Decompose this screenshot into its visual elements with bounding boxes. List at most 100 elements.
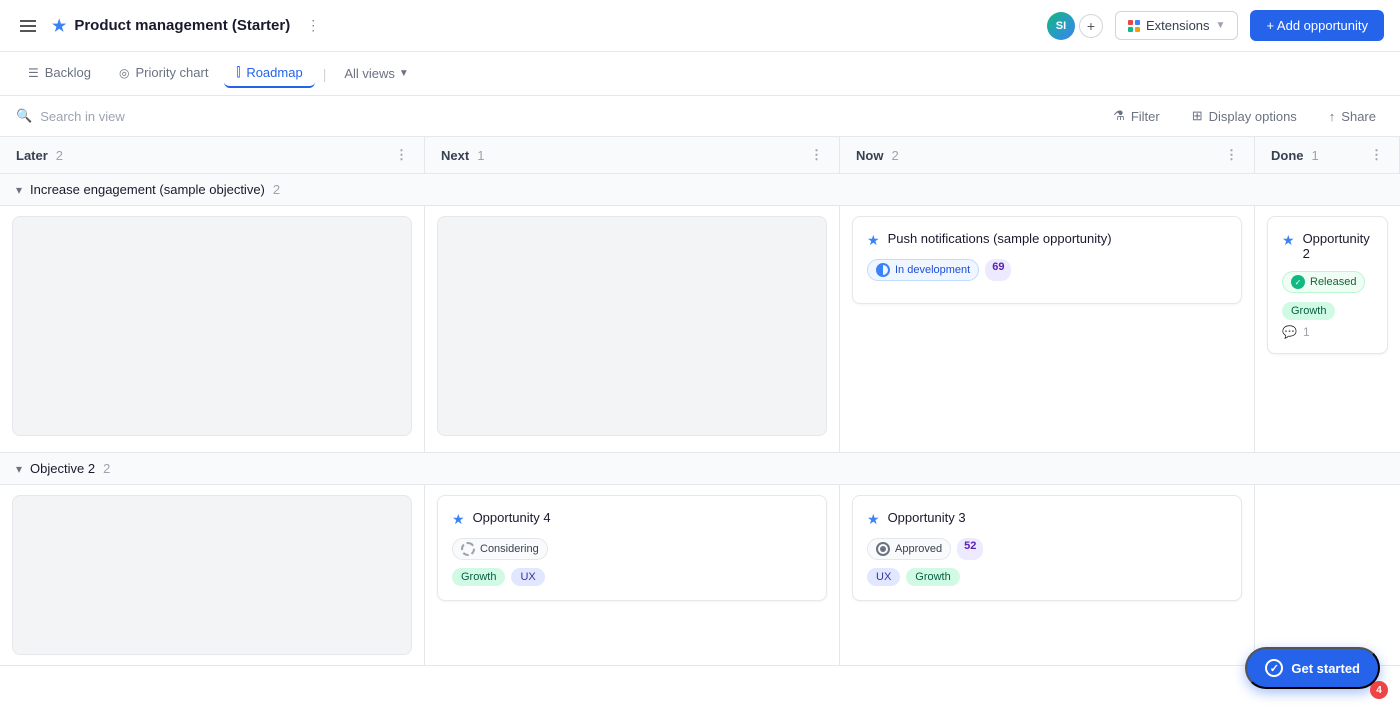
- card-badges: In development 69: [867, 259, 1227, 281]
- obj2-done-col: [1255, 485, 1400, 665]
- card-badges: ✓ Released: [1282, 271, 1373, 293]
- column-header-next: Next 1 ⋮: [425, 137, 840, 173]
- filter-icon: ⚗: [1113, 108, 1125, 124]
- status-badge-released: ✓ Released: [1282, 271, 1365, 293]
- chevron-down-icon: ▼: [1216, 20, 1226, 31]
- approved-icon: [876, 542, 890, 556]
- view-tabs: ☰ Backlog ◎ Priority chart ⫿ Roadmap | A…: [0, 52, 1400, 96]
- app-more-icon[interactable]: ⋮: [302, 13, 324, 38]
- obj1-later-empty: [12, 216, 412, 436]
- display-options-icon: ⊞: [1192, 108, 1203, 124]
- extensions-icon: [1128, 20, 1140, 32]
- tag-growth: Growth: [906, 568, 959, 586]
- add-opportunity-button[interactable]: + Add opportunity: [1250, 10, 1384, 41]
- share-button[interactable]: ↑ Share: [1321, 105, 1384, 128]
- tab-backlog[interactable]: ☰ Backlog: [16, 59, 103, 88]
- objectives-wrapper: ▾ Increase engagement (sample objective)…: [0, 174, 1400, 709]
- backlog-icon: ☰: [28, 66, 39, 80]
- card-badges: Considering: [452, 538, 812, 560]
- tab-divider: |: [323, 66, 327, 82]
- later-more-icon[interactable]: ⋮: [395, 147, 408, 163]
- card-title: ★ Opportunity 2: [1282, 231, 1373, 261]
- done-more-icon[interactable]: ⋮: [1370, 147, 1383, 163]
- tag-growth: Growth: [452, 568, 505, 586]
- obj2-later-empty: [12, 495, 412, 655]
- card-tags: Growth UX: [452, 568, 812, 586]
- card-star-icon: ★: [867, 232, 880, 249]
- card-footer: 💬 1: [1282, 325, 1373, 339]
- column-header-later: Later 2 ⋮: [0, 137, 425, 173]
- chevron-down-icon: ▼: [399, 68, 409, 79]
- status-badge-considering: Considering: [452, 538, 548, 560]
- toolbar: 🔍 Search in view ⚗ Filter ⊞ Display opti…: [0, 96, 1400, 137]
- extensions-button[interactable]: Extensions ▼: [1115, 11, 1239, 40]
- get-started-badge: 4: [1370, 681, 1388, 699]
- tag-growth: Growth: [1282, 302, 1335, 320]
- in-development-icon: [876, 263, 890, 277]
- get-started-button[interactable]: ✓ Get started: [1245, 647, 1380, 689]
- score-badge: 52: [957, 538, 983, 560]
- tag-ux: UX: [511, 568, 544, 586]
- status-badge-in-development: In development: [867, 259, 979, 281]
- search-icon: 🔍: [16, 108, 32, 124]
- tag-ux: UX: [867, 568, 900, 586]
- obj1-now-filler: [852, 312, 1242, 432]
- obj2-now-col: ★ Opportunity 3 Approved 52: [840, 485, 1255, 665]
- filter-button[interactable]: ⚗ Filter: [1105, 104, 1168, 128]
- add-member-button[interactable]: +: [1079, 14, 1103, 38]
- card-tags: Growth: [1282, 301, 1373, 317]
- display-options-button[interactable]: ⊞ Display options: [1184, 104, 1305, 128]
- avatar-group: SI +: [1047, 12, 1103, 40]
- priority-chart-icon: ◎: [119, 66, 129, 80]
- app-title: ★ Product management (Starter): [52, 16, 290, 36]
- obj2-next-col: ★ Opportunity 4 Considering Growth UX: [425, 485, 840, 665]
- card-badges: Approved 52: [867, 538, 1227, 560]
- card-title: ★ Push notifications (sample opportunity…: [867, 231, 1227, 249]
- now-more-icon[interactable]: ⋮: [1225, 147, 1238, 163]
- objective-1-section: ▾ Increase engagement (sample objective)…: [0, 174, 1400, 453]
- obj1-now-col: ★ Push notifications (sample opportunity…: [840, 206, 1255, 452]
- obj1-later-col: [0, 206, 425, 452]
- columns-header: Later 2 ⋮ Next 1 ⋮ Now 2 ⋮ Done 1 ⋮: [0, 137, 1400, 174]
- objective-1-cards-row: ★ Push notifications (sample opportunity…: [0, 206, 1400, 452]
- comment-icon: 💬: [1282, 325, 1297, 339]
- toolbar-actions: ⚗ Filter ⊞ Display options ↑ Share: [1105, 104, 1384, 128]
- objective-1-collapse[interactable]: ▾: [16, 183, 22, 197]
- objective-2-cards-row: ★ Opportunity 4 Considering Growth UX: [0, 485, 1400, 665]
- objective-2-collapse[interactable]: ▾: [16, 462, 22, 476]
- objective-1-header: ▾ Increase engagement (sample objective)…: [0, 174, 1400, 206]
- score-badge: 69: [985, 259, 1011, 281]
- push-notifications-card[interactable]: ★ Push notifications (sample opportunity…: [852, 216, 1242, 304]
- get-started-check-icon: ✓: [1265, 659, 1283, 677]
- card-title: ★ Opportunity 3: [867, 510, 1227, 528]
- obj1-next-empty: [437, 216, 827, 436]
- objective-2-section: ▾ Objective 2 2 ★ Opportunity 4: [0, 453, 1400, 666]
- card-star-icon: ★: [452, 511, 465, 528]
- column-header-now: Now 2 ⋮: [840, 137, 1255, 173]
- objective-2-header: ▾ Objective 2 2: [0, 453, 1400, 485]
- status-badge-approved: Approved: [867, 538, 951, 560]
- next-more-icon[interactable]: ⋮: [810, 147, 823, 163]
- avatar: SI: [1047, 12, 1075, 40]
- obj2-later-col: [0, 485, 425, 665]
- tab-priority-chart[interactable]: ◎ Priority chart: [107, 59, 220, 88]
- search-bar[interactable]: 🔍 Search in view: [16, 108, 1089, 124]
- opportunity-3-card[interactable]: ★ Opportunity 3 Approved 52: [852, 495, 1242, 601]
- star-icon: ★: [52, 16, 66, 36]
- column-header-done: Done 1 ⋮: [1255, 137, 1400, 173]
- released-icon: ✓: [1291, 275, 1305, 289]
- opportunity-4-card[interactable]: ★ Opportunity 4 Considering Growth UX: [437, 495, 827, 601]
- roadmap-icon: ⫿: [236, 65, 240, 80]
- tab-roadmap[interactable]: ⫿ Roadmap: [224, 59, 314, 88]
- share-icon: ↑: [1329, 109, 1336, 124]
- opportunity-2-card[interactable]: ★ Opportunity 2 ✓ Released: [1267, 216, 1388, 354]
- card-star-icon: ★: [867, 511, 880, 528]
- obj1-done-col: ★ Opportunity 2 ✓ Released: [1255, 206, 1400, 452]
- hamburger-button[interactable]: [16, 16, 40, 36]
- card-title: ★ Opportunity 4: [452, 510, 812, 528]
- all-views-button[interactable]: All views ▼: [334, 60, 418, 87]
- considering-icon: [461, 542, 475, 556]
- obj1-next-col: [425, 206, 840, 452]
- card-star-icon: ★: [1282, 232, 1295, 249]
- card-tags: UX Growth: [867, 568, 1227, 586]
